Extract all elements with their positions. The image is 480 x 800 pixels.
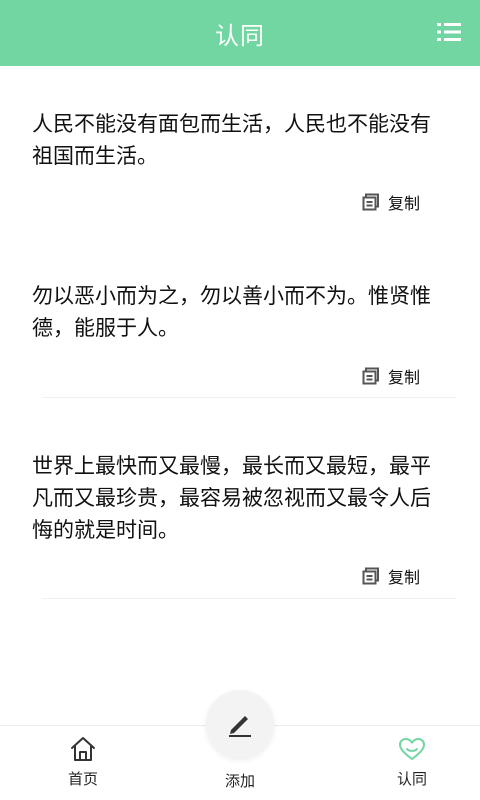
- copy-icon: [362, 193, 379, 211]
- pencil-icon: [229, 716, 251, 737]
- page-title: 认同: [215, 21, 265, 50]
- copy-icon: [362, 567, 379, 585]
- copy-button[interactable]: 复制: [362, 564, 420, 588]
- heart-icon: [398, 737, 426, 761]
- home-icon: [71, 737, 95, 761]
- menu-button[interactable]: [436, 20, 462, 44]
- tab-agree-label: 认同: [396, 770, 427, 788]
- quote-text: 世界上最快而又最慢，最长而又最短，最平凡而又最珍贵，最容易被忽视而又最令人后悔的…: [32, 454, 431, 542]
- tab-home-label: 首页: [67, 770, 98, 788]
- menu-list-icon: [437, 23, 461, 41]
- copy-button[interactable]: 复制: [362, 190, 420, 214]
- copy-icon: [362, 367, 379, 385]
- copy-label: 复制: [387, 368, 420, 387]
- quote-text: 勿以恶小而为之，勿以善小而不为。惟贤惟德，能服于人。: [32, 284, 431, 340]
- tab-home[interactable]: 首页: [43, 736, 123, 789]
- copy-button[interactable]: 复制: [362, 364, 420, 388]
- quote-text: 人民不能没有面包而生活，人民也不能没有祖国而生活。: [32, 112, 431, 168]
- add-button[interactable]: [206, 690, 274, 758]
- bottom-tab-bar: 首页 添加 认同: [0, 690, 480, 800]
- app-header: 认同: [0, 0, 480, 66]
- copy-label: 复制: [387, 194, 420, 213]
- tab-add-label: 添加: [224, 772, 255, 790]
- divider: [42, 598, 456, 599]
- tab-agree[interactable]: 认同: [372, 736, 452, 789]
- copy-label: 复制: [387, 568, 420, 587]
- divider: [42, 397, 456, 398]
